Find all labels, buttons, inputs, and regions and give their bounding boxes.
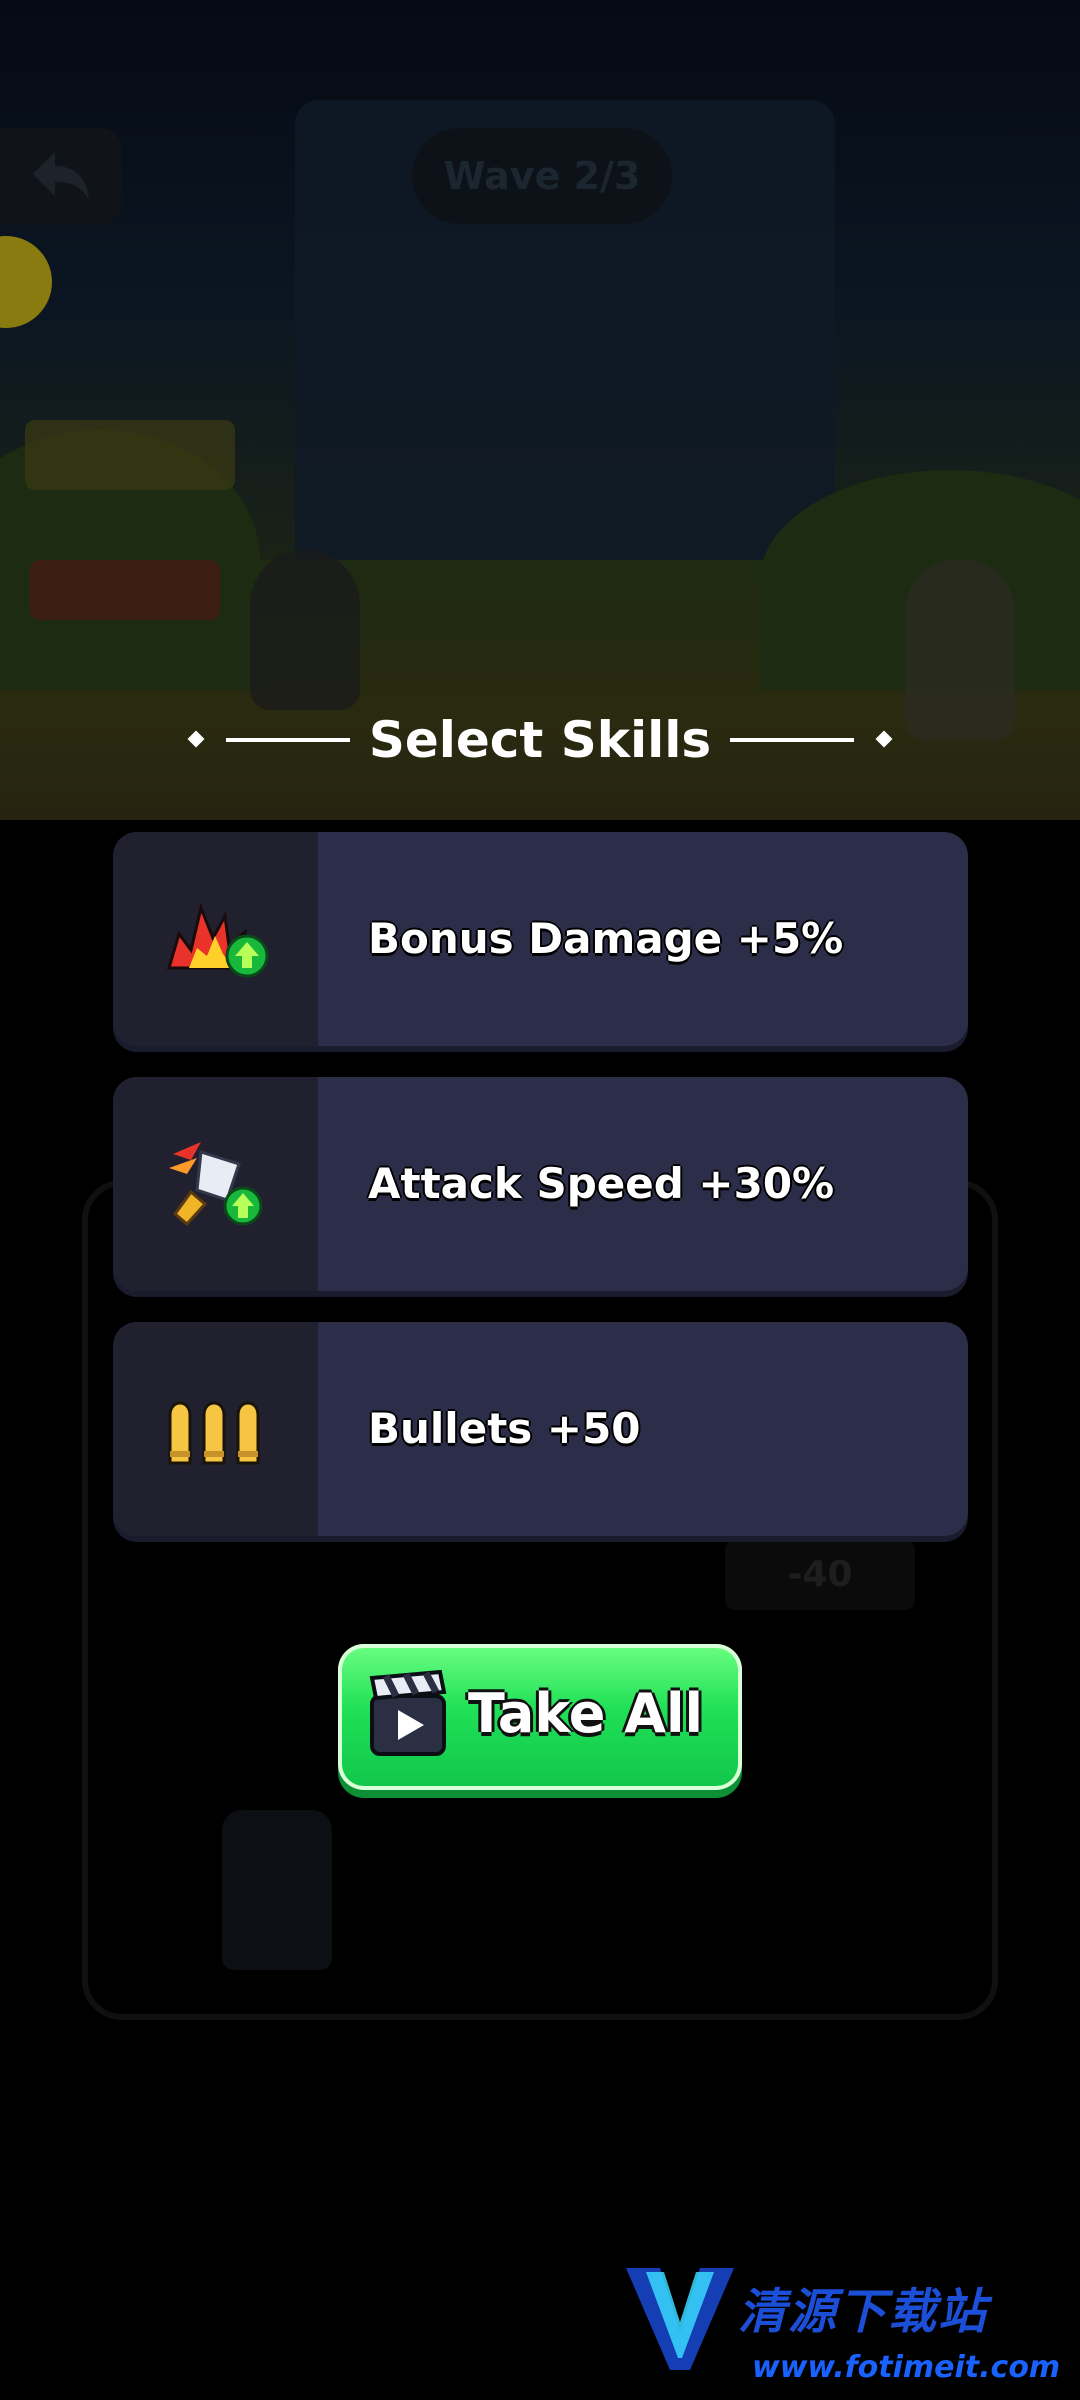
skill-icon-cell bbox=[113, 832, 318, 1046]
background-weapon-red bbox=[30, 560, 220, 620]
background-turret bbox=[222, 1810, 332, 1970]
skill-icon-cell bbox=[113, 1322, 318, 1536]
skill-label: Bonus Damage +5% bbox=[368, 914, 844, 963]
background-weapon-green bbox=[25, 420, 235, 490]
skills-title: Select Skills bbox=[368, 711, 712, 769]
skill-card-bonus-damage[interactable]: Bonus Damage +5% bbox=[113, 832, 968, 1046]
game-screen: -40 Wave 2/3 Select Skills Bonus Damage … bbox=[0, 0, 1080, 2400]
wave-indicator: Wave 2/3 bbox=[412, 128, 672, 224]
skill-card-bullets[interactable]: Bullets +50 bbox=[113, 1322, 968, 1536]
watermark-logo bbox=[626, 2268, 734, 2370]
watermark-url: www.fotimeit.com bbox=[752, 2350, 1061, 2385]
title-line-right bbox=[730, 738, 854, 742]
take-all-button[interactable]: Take All bbox=[338, 1644, 742, 1790]
background-hero-character bbox=[250, 550, 360, 710]
take-all-label: Take All bbox=[468, 1682, 704, 1745]
sword-speed-up-icon bbox=[168, 1142, 262, 1227]
watermark-name: 清源下载站 bbox=[738, 2284, 989, 2340]
bullets-icon bbox=[168, 1401, 259, 1465]
skill-card-attack-speed[interactable]: Attack Speed +30% bbox=[113, 1077, 968, 1291]
back-button[interactable] bbox=[0, 128, 122, 224]
background-meter-text: -40 bbox=[787, 1554, 853, 1595]
skill-label: Attack Speed +30% bbox=[368, 1159, 835, 1208]
skill-label: Bullets +50 bbox=[368, 1404, 641, 1453]
skills-title-row: Select Skills bbox=[0, 700, 1080, 780]
back-arrow-icon bbox=[33, 152, 89, 200]
video-clapper-icon bbox=[369, 1670, 447, 1756]
explosion-up-icon bbox=[166, 903, 268, 978]
skill-icon-cell bbox=[113, 1077, 318, 1291]
